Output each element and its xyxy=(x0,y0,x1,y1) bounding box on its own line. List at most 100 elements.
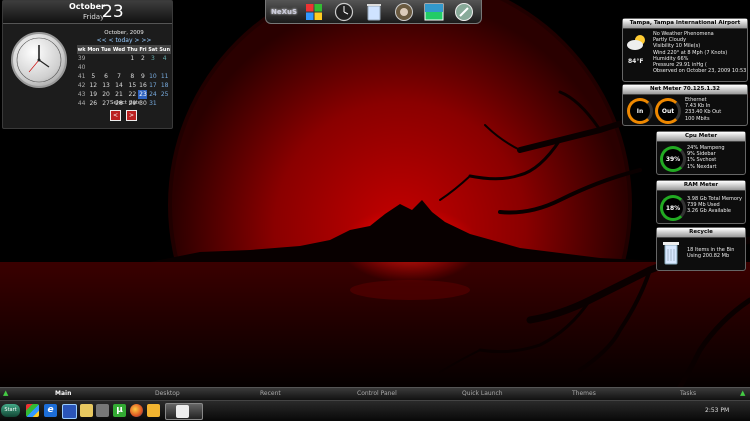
calendar-day[interactable]: 20 xyxy=(100,90,111,99)
calendar-day[interactable]: 11 xyxy=(158,72,171,81)
calendar-day[interactable]: 25 xyxy=(158,90,171,99)
calendar-day[interactable] xyxy=(112,54,126,63)
mini-calendar-nav[interactable]: << < today > >> xyxy=(77,37,171,45)
week-number: 39 xyxy=(77,55,86,62)
tab-recent[interactable]: Recent xyxy=(260,390,281,397)
calendar-day[interactable]: 5 xyxy=(86,72,100,81)
calendar-day[interactable]: 19 xyxy=(86,90,100,99)
mini-calendar-grid: wk Mon Tue Wed Thu Fri Sat Sun 39 1 2 3 … xyxy=(77,45,171,108)
cpu-process-line: 1% Nexdart xyxy=(687,163,717,170)
calendar-day[interactable]: 22 xyxy=(126,90,138,99)
calendar-day[interactable]: 24 xyxy=(147,90,158,99)
calendar-day[interactable]: 17 xyxy=(147,81,158,90)
calendar-day[interactable] xyxy=(138,63,147,72)
utorrent-icon[interactable]: µ xyxy=(113,404,126,417)
calendar-day[interactable]: 7 xyxy=(112,72,126,81)
ram-line: 3.26 Gb Available xyxy=(687,208,731,215)
up-arrow-icon[interactable]: ▲ xyxy=(740,389,745,397)
calendar-day-selected[interactable]: 23 xyxy=(138,90,148,99)
net-in-gauge: In xyxy=(627,98,653,124)
messenger-icon[interactable] xyxy=(147,404,160,417)
calendar-day[interactable] xyxy=(158,63,171,72)
calendar-week-row: 39 1 2 3 4 xyxy=(77,54,171,63)
folder-icon[interactable] xyxy=(80,404,93,417)
start-button[interactable]: Start xyxy=(1,404,20,417)
settings-gear-icon[interactable] xyxy=(394,2,414,22)
weather-gadget: Tampa, Tampa International Airport 84°F … xyxy=(622,18,748,82)
net-line: 100 Mbits xyxy=(685,115,710,122)
calendar-day[interactable] xyxy=(86,63,100,72)
calendar-day[interactable] xyxy=(126,63,138,72)
calendar-day[interactable]: 26 xyxy=(86,99,100,108)
calendar-day[interactable]: 4 xyxy=(158,54,171,63)
tab-desktop[interactable]: Desktop xyxy=(155,390,180,397)
taskbar-window-button[interactable] xyxy=(165,403,203,420)
calendar-week-row: 41 5 6 7 8 9 10 11 xyxy=(77,72,171,81)
calendar-day[interactable]: 10 xyxy=(147,72,158,81)
internet-explorer-icon[interactable]: e xyxy=(44,404,57,417)
show-desktop-icon[interactable] xyxy=(62,404,77,419)
calendar-day[interactable] xyxy=(147,63,158,72)
recycle-bin-icon[interactable] xyxy=(663,241,679,269)
calendar-header-cell: Mon xyxy=(86,45,101,54)
dock-tab-bar: ▲ Main Desktop Recent Control Panel Quic… xyxy=(0,387,750,400)
picture-gallery-icon[interactable] xyxy=(424,2,444,22)
up-arrow-icon[interactable]: ▲ xyxy=(3,389,8,397)
calendar-clock-widget: October Friday 23 October, 2009 << < tod… xyxy=(2,0,173,129)
recycle-title: Recycle xyxy=(657,228,745,238)
calendar-day[interactable]: 3 xyxy=(147,54,158,63)
recycle-gadget[interactable]: Recycle 18 Items in the Bin Using 200.82… xyxy=(656,227,746,271)
top-dock: NeXuS xyxy=(265,0,482,24)
calendar-day[interactable] xyxy=(112,63,126,72)
calendar-day[interactable]: 6 xyxy=(100,72,111,81)
calendar-day-number: 23 xyxy=(102,2,124,22)
calendar-day[interactable]: 14 xyxy=(112,81,126,90)
calendar-header-cell: Wed xyxy=(111,45,127,54)
calendar-day[interactable]: 2 xyxy=(138,54,147,63)
recycle-details: 18 Items in the Bin Using 200.82 Mb xyxy=(687,247,734,259)
tab-tasks[interactable]: Tasks xyxy=(680,390,696,397)
calendar-day[interactable]: 12 xyxy=(86,81,100,90)
calendar-day[interactable]: 15 xyxy=(126,81,138,90)
firefox-icon[interactable] xyxy=(130,404,143,417)
calendar-week-row: 42 12 13 14 15 16 17 18 xyxy=(77,81,171,90)
tab-quick-launch[interactable]: Quick Launch xyxy=(462,390,503,397)
calendar-day[interactable] xyxy=(100,63,111,72)
taskbar-clock[interactable]: 2:53 PM xyxy=(705,407,729,414)
calendar-day[interactable]: 18 xyxy=(158,81,171,90)
calendar-day[interactable] xyxy=(86,54,100,63)
nexus-logo-icon[interactable]: NeXuS xyxy=(270,2,298,22)
calendar-day[interactable]: 1 xyxy=(126,54,138,63)
analog-clock-icon xyxy=(11,32,67,88)
calendar-day[interactable] xyxy=(158,99,171,108)
calendar-day[interactable]: 9 xyxy=(138,72,147,81)
ram-meter-title: RAM Meter xyxy=(657,181,745,191)
windows-logo-icon[interactable] xyxy=(304,2,324,22)
calendar-header-cell: wk xyxy=(77,45,87,54)
calendar-header-cell: Sun xyxy=(158,45,171,54)
calendar-day[interactable]: 21 xyxy=(112,90,126,99)
ram-meter-gadget: RAM Meter 18% 3.98 Gb Total Memory 739 M… xyxy=(656,180,746,224)
calendar-day[interactable] xyxy=(100,54,111,63)
calendar-day[interactable]: 8 xyxy=(126,72,138,81)
application-icon xyxy=(176,405,189,418)
calendar-day[interactable]: 31 xyxy=(147,99,158,108)
computer-icon[interactable] xyxy=(96,404,109,417)
clock-icon[interactable] xyxy=(334,2,354,22)
tab-control-panel[interactable]: Control Panel xyxy=(357,390,397,397)
tab-themes[interactable]: Themes xyxy=(572,390,596,397)
recycle-bin-icon[interactable] xyxy=(364,2,384,22)
next-month-button[interactable]: > xyxy=(126,110,137,121)
weather-details: No Weather Phenomena Partly Cloudy Visib… xyxy=(653,31,746,74)
partly-cloudy-icon xyxy=(626,33,648,55)
calendar-day[interactable]: 13 xyxy=(100,81,111,90)
calendar-day[interactable]: 16 xyxy=(138,81,147,90)
taskbar: Start e µ 2:53 PM xyxy=(0,400,750,421)
net-meter-title: Net Meter 70.125.1.32 xyxy=(623,85,747,95)
windows-explorer-icon[interactable] xyxy=(26,404,39,417)
prev-month-button[interactable]: < xyxy=(110,110,121,121)
calendar-header-cell: Tue xyxy=(100,45,112,54)
utility-tools-icon[interactable] xyxy=(454,2,474,22)
mini-calendar: October, 2009 << < today > >> wk Mon Tue… xyxy=(77,30,171,108)
tab-main[interactable]: Main xyxy=(55,390,71,397)
